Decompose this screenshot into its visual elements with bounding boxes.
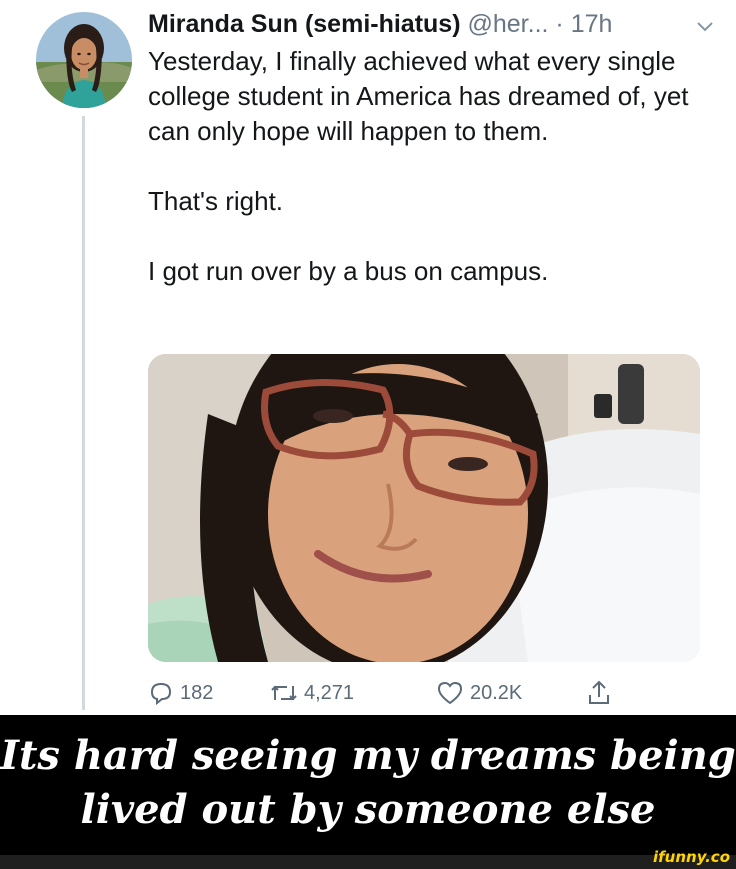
selfie-photo	[148, 354, 700, 662]
reply-count: 182	[180, 681, 214, 704]
thread-line	[82, 116, 85, 710]
caption-text: Its hard seeing my dreams being lived ou…	[0, 729, 736, 837]
chevron-down-icon[interactable]	[696, 20, 714, 34]
like-button[interactable]: 20.2K	[436, 676, 522, 710]
reply-icon	[150, 682, 172, 706]
tweet-paragraph-1: Yesterday, I finally achieved what every…	[148, 46, 689, 146]
retweet-count: 4,271	[304, 681, 355, 704]
tweet-actions: 182 4,271 20.2K	[148, 676, 648, 710]
tweet-paragraph-2: That's right.	[148, 186, 284, 216]
tweet-paragraph-3: I got run over by a bus on campus.	[148, 256, 549, 286]
caption-line-2: lived out by someone else	[80, 786, 656, 833]
ifunny-watermark: ifunny.co	[653, 848, 730, 866]
tweet-body: Yesterday, I finally achieved what every…	[148, 44, 718, 289]
share-button[interactable]	[586, 676, 612, 710]
tweet-header: Miranda Sun (semi-hiatus) @her... · 17h	[148, 4, 718, 44]
meme-caption: Its hard seeing my dreams being lived ou…	[0, 715, 736, 855]
like-count: 20.2K	[470, 681, 523, 704]
heart-icon	[437, 681, 463, 705]
tweet-card: Miranda Sun (semi-hiatus) @her... · 17h …	[0, 0, 736, 715]
avatar[interactable]	[36, 12, 132, 108]
retweet-icon	[271, 685, 297, 701]
footer-bar	[0, 855, 736, 869]
retweet-button[interactable]: 4,271	[270, 676, 354, 710]
share-icon	[589, 680, 609, 704]
display-name[interactable]: Miranda Sun (semi-hiatus)	[148, 10, 461, 38]
reply-button[interactable]: 182	[148, 676, 213, 710]
timestamp[interactable]: 17h	[571, 10, 613, 38]
avatar-image	[36, 12, 132, 108]
tweet-media[interactable]	[148, 354, 700, 662]
time-separator: ·	[548, 10, 571, 38]
caption-line-1: Its hard seeing my dreams being	[0, 732, 736, 779]
handle[interactable]: @her...	[468, 10, 549, 38]
